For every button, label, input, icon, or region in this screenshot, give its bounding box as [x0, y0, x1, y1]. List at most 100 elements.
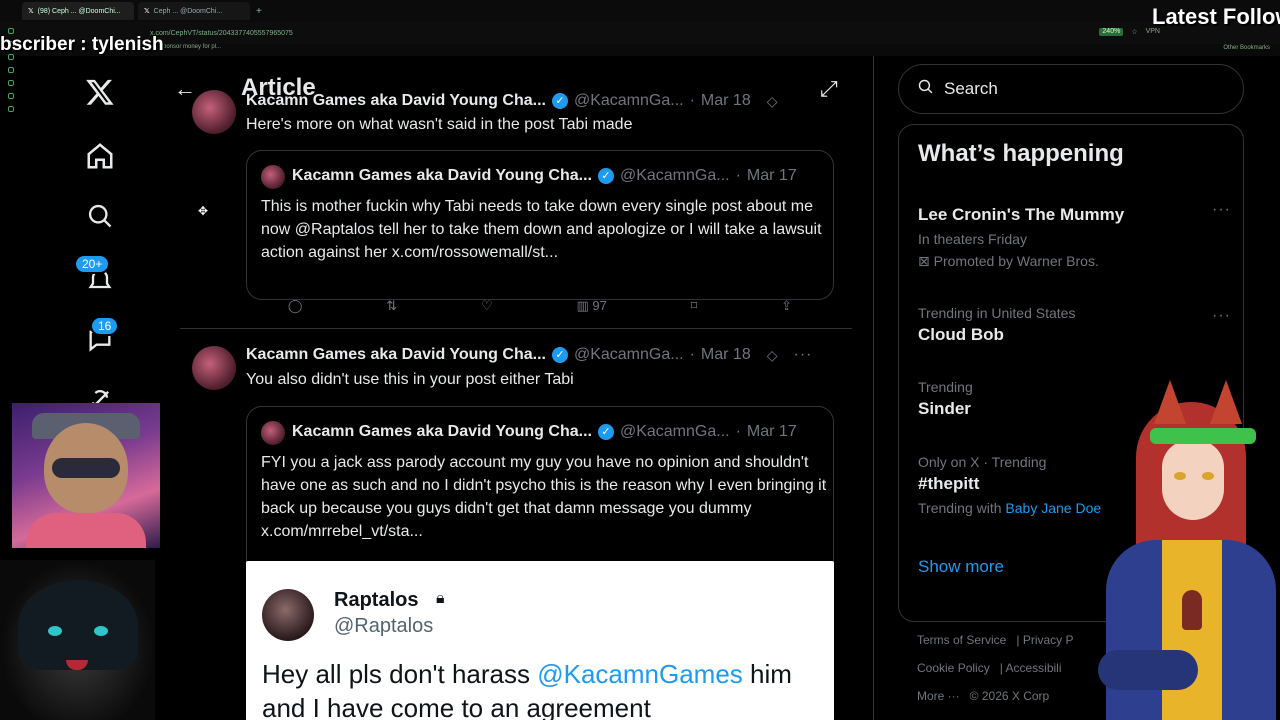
browser-tab-label: Ceph ... @DoomChi...	[153, 7, 223, 15]
tweet-divider	[180, 328, 852, 329]
side-strip-icon[interactable]	[8, 106, 14, 112]
avatar-arm	[1098, 650, 1198, 690]
avatar[interactable]	[192, 346, 236, 390]
verified-icon: ✓	[597, 168, 614, 184]
search-input[interactable]: Search	[898, 64, 1244, 114]
copyright: © 2026 X Corp	[969, 689, 1050, 703]
trending-with-link[interactable]: Baby Jane Doe	[1005, 500, 1101, 516]
home-icon[interactable]	[80, 136, 120, 176]
retweet-icon[interactable]: ⇅	[386, 298, 397, 314]
views-icon: ▥	[576, 298, 593, 313]
side-strip-icon[interactable]	[8, 67, 14, 73]
bookmark-item[interactable]: sponsor money for pl...	[160, 44, 221, 50]
streamer-raccoon-avatar	[12, 403, 160, 548]
vtuber-avatar	[1098, 380, 1280, 720]
separator-dot: ·	[689, 92, 695, 109]
browser-tab-active[interactable]: 𝕏 (98) Ceph ... @DoomChi...	[22, 2, 134, 20]
cookie-link[interactable]: Cookie Policy	[917, 661, 990, 675]
reply-icon[interactable]: ◯	[288, 298, 303, 314]
quoted-tweet-text: FYI you a jack ass parody account my guy…	[261, 454, 827, 540]
grok-icon[interactable]: ◇	[767, 93, 778, 110]
streamer-dark-avatar	[0, 560, 155, 720]
tweet-date: Mar 17	[746, 167, 797, 184]
promoted-label: ⊠ Promoted by Warner Bros.	[918, 253, 1228, 270]
trend-item[interactable]: Trending in United States Cloud Bob	[918, 305, 1228, 345]
author-name: Kacamn Games aka David Young Cha...	[292, 167, 592, 184]
author-name: Kacamn Games aka David Young Cha...	[292, 423, 592, 440]
avatar-ear	[1210, 380, 1242, 424]
avatar	[262, 589, 314, 641]
embedded-image[interactable]: Raptalos 🔒︎ @Raptalos Hey all pls don't …	[246, 561, 834, 720]
address-bar-actions: 240% ☆ VPN	[1099, 28, 1160, 36]
accessibility-link[interactable]: Accessibili	[1006, 661, 1062, 675]
author-name[interactable]: Kacamn Games aka David Young Cha...	[246, 346, 546, 364]
more-link[interactable]: More ···	[917, 689, 960, 703]
avatar[interactable]	[192, 90, 236, 134]
avatar-shirt	[26, 513, 146, 548]
quoted-tweet[interactable]: Kacamn Games aka David Young Cha... ✓ @K…	[246, 150, 834, 300]
mouse-cursor-icon: ✥	[198, 204, 209, 218]
quoted-tweet-header: Kacamn Games aka David Young Cha... ✓ @K…	[292, 167, 797, 185]
author-handle: @KacamnGa...	[619, 423, 730, 440]
trend-subtitle: In theaters Friday	[918, 231, 1027, 247]
main-column: ← Article ⤢ Kacamn Games aka David Young…	[154, 56, 874, 720]
browser-tab[interactable]: 𝕏 Ceph ... @DoomChi...	[138, 2, 250, 20]
avatar-eye	[1202, 472, 1214, 480]
address-bar[interactable]: x.com/CephVT/status/2043377405557965075 …	[0, 22, 1280, 44]
bookmarks-bar: sponsor money for pl...	[0, 44, 1280, 56]
avatar-face	[1162, 440, 1224, 520]
search-icon	[917, 78, 934, 100]
new-tab-button[interactable]: +	[256, 6, 262, 17]
url-text[interactable]: x.com/CephVT/status/2043377405557965075	[150, 30, 293, 37]
embedded-text-start: Hey all pls don't harass	[262, 659, 538, 689]
embedded-text: Hey all pls don't harass @KacamnGames hi…	[262, 657, 822, 720]
author-handle[interactable]: @KacamnGa...	[574, 346, 684, 364]
separator-dot: ·	[689, 346, 695, 363]
avatar-eye	[48, 626, 62, 636]
privacy-link[interactable]: Privacy P	[1023, 633, 1074, 647]
tweet-date[interactable]: Mar 18	[701, 346, 751, 364]
trending-with-label: Trending with	[918, 500, 1002, 516]
grok-icon[interactable]: ◇	[767, 347, 778, 364]
quoted-tweet-header: Kacamn Games aka David Young Cha... ✓ @K…	[292, 423, 797, 441]
trend-item[interactable]: Lee Cronin's The Mummy In theaters Frida…	[918, 201, 1228, 270]
latest-follower-overlay: Latest Followe	[1152, 4, 1280, 29]
tweet-date: Mar 17	[746, 423, 797, 440]
notifications-badge: 20+	[74, 254, 111, 274]
tweet-actions: ◯ ⇅ ♡ ▥ 97 ⌑ ⇪	[246, 298, 834, 314]
avatar-sunglasses	[52, 458, 120, 478]
more-options-icon[interactable]: ···	[1212, 307, 1231, 325]
star-icon[interactable]: ☆	[1131, 28, 1137, 36]
x-logo-icon[interactable]	[80, 72, 120, 112]
views-count[interactable]: ▥ 97	[576, 298, 606, 314]
embedded-author-name: Raptalos	[334, 589, 419, 611]
terms-link[interactable]: Terms of Service	[917, 633, 1006, 647]
quoted-tweet-text: This is mother fuckin why Tabi needs to …	[261, 198, 822, 261]
share-icon[interactable]: ⇪	[781, 298, 792, 314]
tweet-text: Here's more on what wasn't said in the p…	[246, 116, 633, 133]
browser-tabbar: 𝕏 (98) Ceph ... @DoomChi... 𝕏 Ceph ... @…	[0, 0, 1280, 22]
show-more-link[interactable]: Show more	[918, 557, 1004, 577]
avatar-ear	[1154, 380, 1186, 424]
promoted-text: Promoted by Warner Bros.	[933, 253, 1099, 269]
zoom-level[interactable]: 240%	[1099, 28, 1124, 36]
tweet-date[interactable]: Mar 18	[701, 92, 751, 110]
more-options-icon[interactable]: ···	[1212, 201, 1231, 219]
tweet[interactable]: Kacamn Games aka David Young Cha... ✓ @K…	[154, 84, 872, 334]
keyhole-icon	[1182, 590, 1202, 630]
avatar-hair	[18, 580, 138, 670]
like-icon[interactable]: ♡	[481, 298, 493, 314]
tweet-text: You also didn't use this in your post ei…	[246, 371, 574, 388]
side-strip-icon[interactable]	[8, 80, 14, 86]
separator-dot: ·	[735, 167, 741, 184]
author-name[interactable]: Kacamn Games aka David Young Cha...	[246, 92, 546, 110]
avatar-shirt	[1162, 540, 1222, 720]
author-handle: @KacamnGa...	[619, 167, 730, 184]
other-bookmarks[interactable]: Other Bookmarks	[1223, 45, 1270, 51]
author-handle[interactable]: @KacamnGa...	[574, 92, 684, 110]
more-options-icon[interactable]: ···	[794, 346, 813, 364]
avatar-eye	[94, 626, 108, 636]
side-strip-icon[interactable]	[8, 93, 14, 99]
search-icon[interactable]	[80, 196, 120, 236]
bookmark-icon[interactable]: ⌑	[691, 298, 698, 314]
